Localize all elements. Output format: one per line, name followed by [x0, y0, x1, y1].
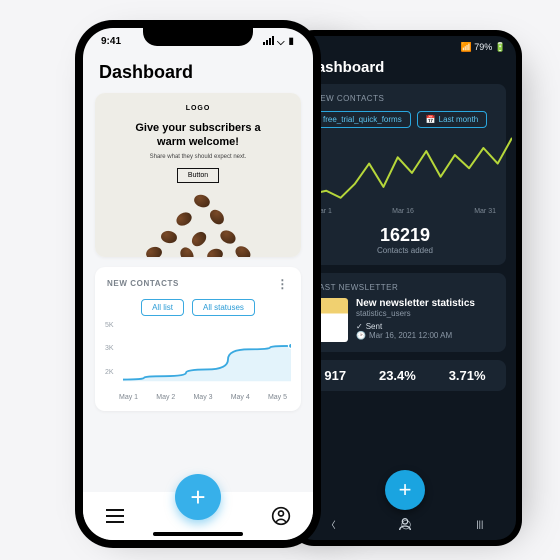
- newsletter-title: New newsletter statistics: [356, 298, 475, 309]
- promo-logo: LOGO: [105, 105, 291, 112]
- contacts-caption: Contacts added: [314, 246, 496, 255]
- new-contacts-card[interactable]: NEW CONTACTS ⋮ All list All statuses 5K3…: [95, 267, 301, 411]
- battery-icon: ▮: [287, 37, 295, 48]
- contacts-line-chart: 5K3K2K: [95, 322, 301, 390]
- fab-add-button[interactable]: +: [175, 474, 221, 520]
- card-label: LAST NEWSLETTER: [314, 283, 496, 292]
- page-title: Dashboard: [83, 48, 313, 93]
- fab-add-button[interactable]: +: [385, 470, 425, 510]
- promo-card[interactable]: LOGO Give your subscribers a warm welcom…: [95, 93, 301, 257]
- card-label: NEW CONTACTS: [107, 279, 179, 288]
- newsletter-stats: 917 23.4% 3.71%: [304, 360, 506, 391]
- statusbar: 3 📶 79% 🔋: [294, 36, 516, 55]
- last-newsletter-card[interactable]: LAST NEWSLETTER New newsletter statistic…: [304, 273, 506, 352]
- stat-open-rate: 23.4%: [379, 368, 416, 383]
- page-title: Dashboard: [294, 55, 516, 84]
- calendar-icon: 📅: [426, 115, 436, 124]
- phone-light: 9:41 ⌵ ▮ Dashboard LOGO Give your subscr…: [75, 20, 321, 548]
- promo-image: [105, 191, 291, 257]
- promo-button[interactable]: Button: [177, 168, 219, 183]
- y-axis: 5K3K2K: [105, 322, 114, 376]
- card-label: NEW CONTACTS: [314, 94, 496, 103]
- nav-recent-icon[interactable]: |||: [476, 519, 483, 529]
- filter-status-chip[interactable]: All statuses: [192, 299, 255, 316]
- promo-headline: Give your subscribers a warm welcome!: [123, 122, 273, 150]
- nav-back-icon[interactable]: 〈: [327, 518, 336, 531]
- menu-icon[interactable]: [105, 509, 125, 523]
- check-icon: ✓: [356, 322, 363, 331]
- status-right: ⌵ ▮: [263, 36, 295, 48]
- filter-list-chip[interactable]: free_trial_quick_forms: [314, 111, 411, 128]
- clock-icon: 🕑: [356, 331, 366, 340]
- android-nav: 〈 ◯ |||: [294, 514, 516, 534]
- signal-icon: [263, 36, 274, 45]
- home-indicator[interactable]: [153, 532, 243, 536]
- phone-dark: 3 📶 79% 🔋 Dashboard NEW CONTACTS free_tr…: [288, 30, 522, 546]
- stat-click-rate: 3.71%: [449, 368, 486, 383]
- x-axis: Mar 1Mar 16Mar 31: [314, 208, 496, 215]
- new-contacts-card[interactable]: NEW CONTACTS free_trial_quick_forms 📅 La…: [304, 84, 506, 265]
- status-time: 9:41: [101, 36, 121, 48]
- notch: [143, 28, 253, 46]
- filter-list-chip[interactable]: All list: [141, 299, 184, 316]
- stat-sent: 917: [324, 368, 346, 383]
- filter-period-chip[interactable]: 📅 Last month: [417, 111, 488, 128]
- more-icon[interactable]: ⋮: [276, 277, 289, 291]
- contacts-total: 16219: [314, 225, 496, 246]
- status-right: 📶 79% 🔋: [461, 42, 506, 53]
- wifi-icon: ⌵: [277, 37, 287, 48]
- profile-icon[interactable]: [271, 506, 291, 526]
- promo-sub: Share what they should expect next.: [105, 154, 291, 160]
- x-axis: May 1May 2May 3May 4May 5: [95, 390, 301, 411]
- contacts-line-chart: [312, 134, 512, 204]
- newsletter-sub: statistics_users: [356, 309, 475, 318]
- nav-home-icon[interactable]: ◯: [401, 519, 411, 530]
